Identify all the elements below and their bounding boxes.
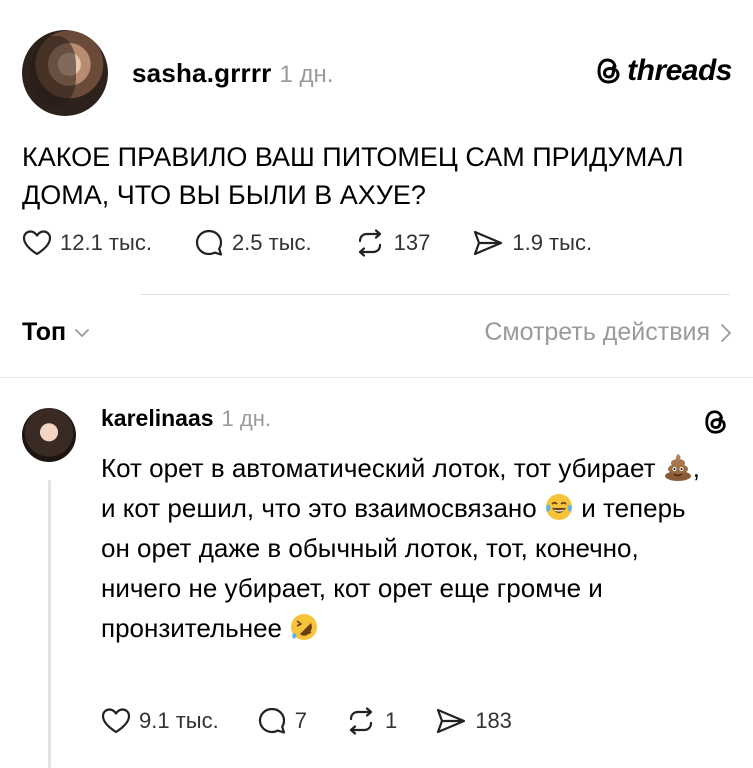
reply-like-count: 9.1 тыс. [139,708,219,733]
replies-sort-bar: Топ Смотреть действия [22,318,732,358]
reply-author-username[interactable]: karelinaas [101,405,214,432]
reply-repost-count: 1 [384,708,398,733]
reply-author-row: karelinaas 1 дн. [101,405,271,432]
reply-comment-count: 7 [294,708,307,733]
post-header: sasha.grrrr 1 дн. threads [22,30,732,116]
sort-dropdown[interactable]: Топ [22,318,90,347]
post-timestamp: 1 дн. [279,61,334,88]
chevron-right-icon [721,323,731,342]
heart-icon [22,230,52,256]
reply-share-button[interactable]: 183 [435,707,512,735]
threads-post-screen: sasha.grrrr 1 дн. threads КАКОЕ ПРАВИЛО … [0,0,753,768]
reply-like-button[interactable]: 9.1 тыс. [101,707,219,735]
chevron-down-icon [75,328,89,337]
comment-count: 2.5 тыс. [231,230,312,255]
reply-text-part-1: Кот орет в автоматический лоток, тот уби… [101,453,663,483]
repost-count: 137 [393,230,431,255]
like-button[interactable]: 12.1 тыс. [22,229,152,257]
send-icon [474,230,503,256]
tears-of-joy-emoji-icon [545,494,572,520]
rolling-on-floor-laughing-emoji-icon [291,614,318,640]
author-row: sasha.grrrr 1 дн. [132,58,333,89]
thread-line [48,480,51,768]
view-activity-label: Смотреть действия [484,318,710,346]
post-action-bar: 12.1 тыс. 2.5 тыс. 137 1.9 тыс. [22,228,634,258]
comment-bubble-icon [258,707,285,734]
threads-brand-logo: threads [595,54,732,88]
post-body-text: КАКОЕ ПРАВИЛО ВАШ ПИТОМЕЦ САМ ПРИДУМАЛ Д… [22,142,684,210]
repost-icon [349,707,373,735]
repost-icon [358,229,381,257]
heart-icon [101,708,131,734]
post-divider [140,294,730,295]
reply-repost-button[interactable]: 1 [345,707,397,735]
like-count: 12.1 тыс. [60,230,152,255]
sort-label: Топ [22,318,67,346]
reply-body-text: Кот орет в автоматический лоток, тот уби… [101,448,721,648]
reply-share-count: 183 [475,708,512,733]
share-count: 1.9 тыс. [512,230,593,255]
send-icon [437,708,466,734]
reply-comment-button[interactable]: 7 [257,706,307,736]
author-username[interactable]: sasha.grrrr [132,58,272,89]
threads-wordmark: threads [627,54,732,87]
reply-action-bar: 9.1 тыс. 7 1 183 [101,706,550,736]
author-avatar[interactable] [22,30,108,116]
section-divider [0,377,753,378]
view-activity-link[interactable]: Смотреть действия [484,318,732,347]
share-button[interactable]: 1.9 тыс. [472,229,592,257]
threads-logo-icon [705,410,726,434]
pile-of-poo-emoji-icon [664,454,691,481]
threads-logo-icon [597,58,620,84]
comment-bubble-icon [195,229,223,256]
repost-button[interactable]: 137 [354,229,431,257]
comment-button[interactable]: 2.5 тыс. [194,228,312,258]
reply-author-avatar[interactable] [22,408,76,462]
reply-timestamp: 1 дн. [221,406,271,431]
